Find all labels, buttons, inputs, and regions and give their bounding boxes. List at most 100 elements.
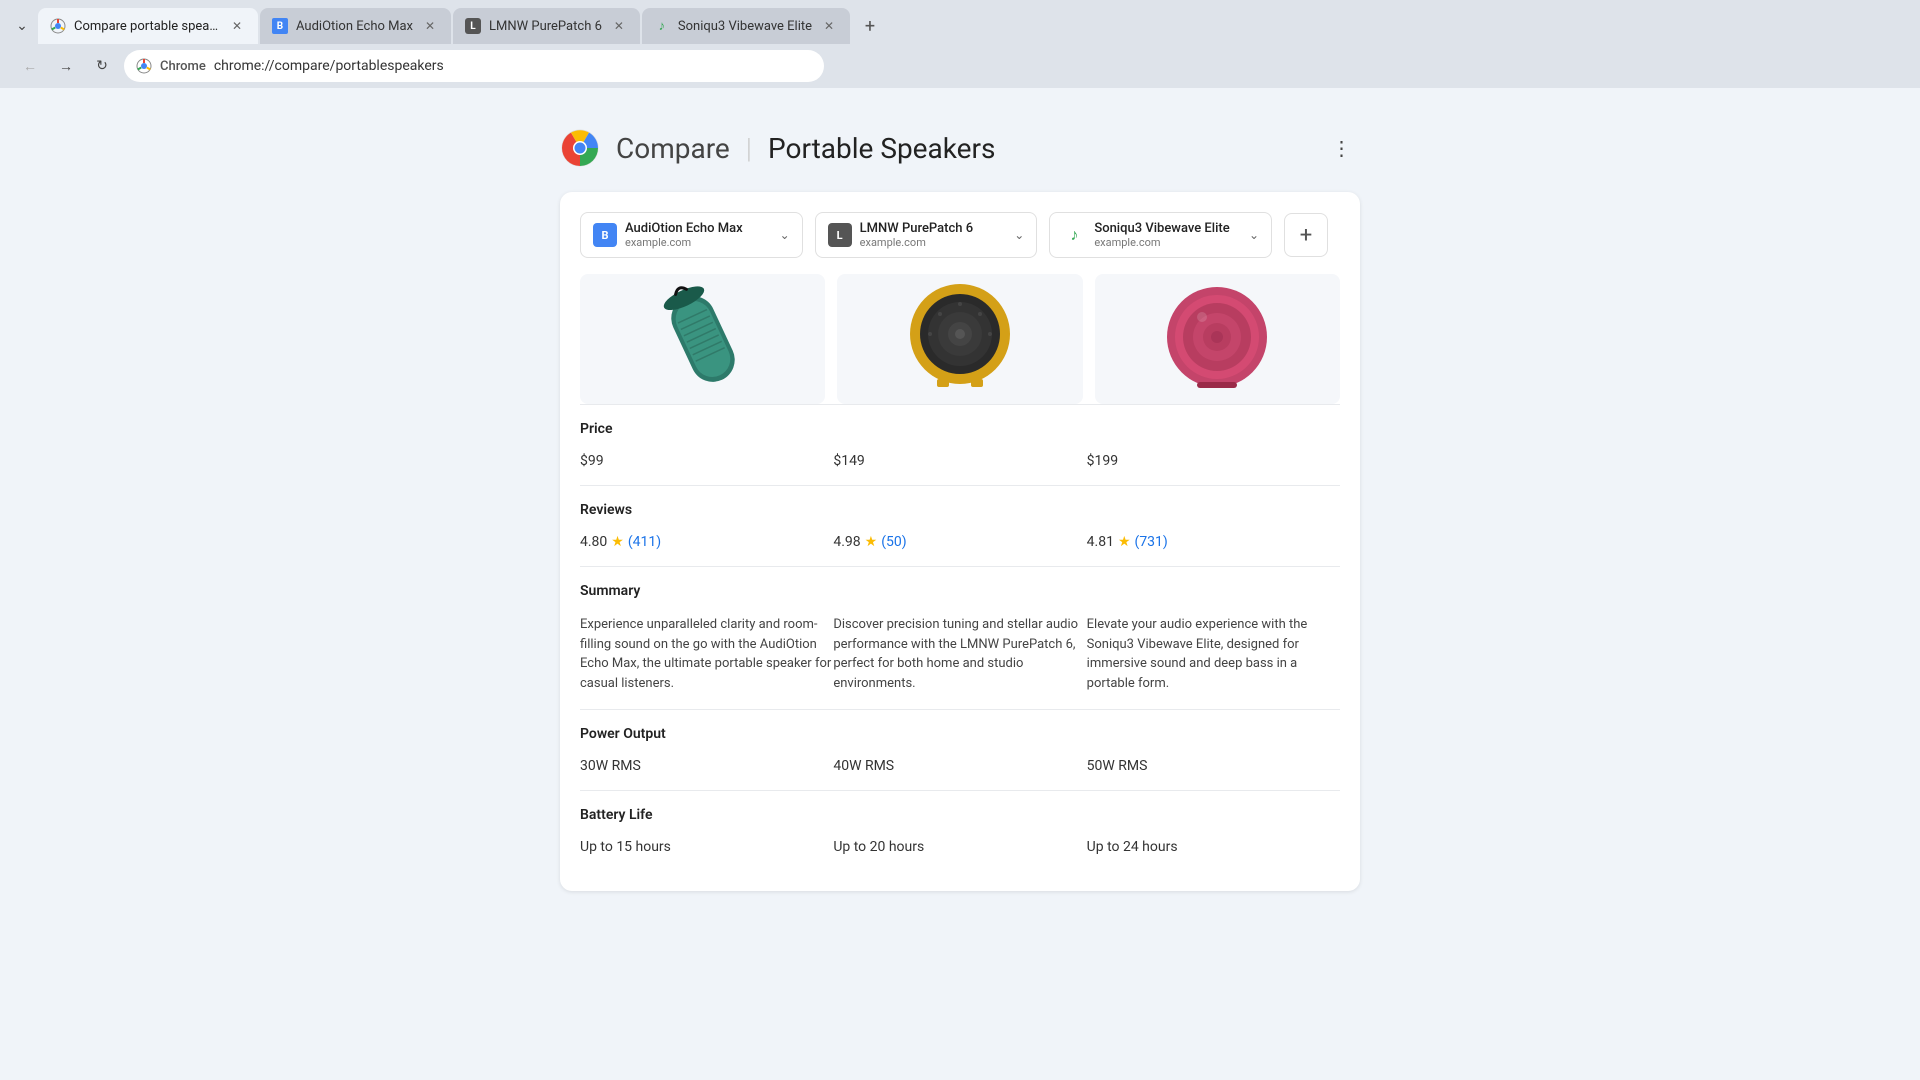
chrome-address-icon xyxy=(136,58,152,74)
product-2-image xyxy=(837,274,1082,404)
price-section-label: Price xyxy=(580,405,1340,446)
product-2-review-link[interactable]: (50) xyxy=(881,534,906,550)
product-3-power: 50W RMS xyxy=(1087,750,1340,791)
product-2-summary: Discover precision tuning and stellar au… xyxy=(833,607,1086,710)
address-text: chrome://compare/portablespeakers xyxy=(214,58,444,74)
more-options-button[interactable]: ⋮ xyxy=(1324,130,1360,166)
product-images xyxy=(580,274,1340,404)
product-3-icon: ♪ xyxy=(1062,223,1086,247)
product-3-review-link[interactable]: (731) xyxy=(1135,534,1168,550)
reviews-section-label: Reviews xyxy=(580,486,1340,527)
product-2-rating-row: 4.98 ★ (50) xyxy=(833,534,1086,550)
battery-data-row: Up to 15 hours Up to 20 hours Up to 24 h… xyxy=(580,831,1340,871)
product-1-chevron: ⌄ xyxy=(780,228,790,242)
address-bar[interactable]: Chrome chrome://compare/portablespeakers xyxy=(124,50,824,82)
product-1-info: AudiOtion Echo Max example.com xyxy=(625,221,772,249)
speaker-2-svg xyxy=(895,279,1025,399)
tab-audio1-close[interactable]: ✕ xyxy=(421,17,439,35)
page-header-left: Compare | Portable Speakers xyxy=(560,128,995,168)
tab-audio1-label: AudiOtion Echo Max xyxy=(296,19,413,34)
product-selector-2[interactable]: L LMNW PurePatch 6 example.com ⌄ xyxy=(815,212,1038,258)
product-1-name: AudiOtion Echo Max xyxy=(625,221,772,236)
product-3-summary-text: Elevate your audio experience with the S… xyxy=(1087,617,1308,691)
product-2-summary-text: Discover precision tuning and stellar au… xyxy=(833,617,1078,691)
chrome-logo xyxy=(560,128,600,168)
product-1-image xyxy=(580,274,825,404)
compare-label: Compare xyxy=(616,132,730,165)
product-3-chevron: ⌄ xyxy=(1249,228,1259,242)
product-1-review-count: 411 xyxy=(633,534,657,550)
product-1-power: 30W RMS xyxy=(580,750,833,791)
forward-icon: → xyxy=(59,58,73,75)
page-content: Compare | Portable Speakers ⋮ B AudiOtio… xyxy=(0,88,1920,931)
speaker-3-svg xyxy=(1157,279,1277,399)
reviews-data-row: 4.80 ★ (411) 4.98 ★ (50) xyxy=(580,526,1340,567)
price-data-row: $99 $149 $199 xyxy=(580,445,1340,486)
tab-lmnw-close[interactable]: ✕ xyxy=(610,17,628,35)
more-icon: ⋮ xyxy=(1332,136,1353,160)
tab-list-dropdown[interactable]: ⌄ xyxy=(8,12,36,40)
back-icon: ← xyxy=(23,58,37,75)
summary-data-row: Experience unparalleled clarity and room… xyxy=(580,607,1340,710)
tab-lmnw-label: LMNW PurePatch 6 xyxy=(489,19,602,34)
compare-container: Compare | Portable Speakers ⋮ B AudiOtio… xyxy=(560,128,1360,891)
tab-soniqu-close[interactable]: ✕ xyxy=(820,17,838,35)
back-button[interactable]: ← xyxy=(16,52,44,80)
lmnw-tab-icon: L xyxy=(465,18,481,34)
speaker-1-svg xyxy=(653,279,753,399)
power-data-row: 30W RMS 40W RMS 50W RMS xyxy=(580,750,1340,791)
product-2-battery: Up to 20 hours xyxy=(833,831,1086,871)
product-2-review-count: 50 xyxy=(886,534,902,550)
product-2-domain: example.com xyxy=(860,236,1007,249)
browser-chrome: ⌄ Compare portable speaker ✕ B AudiOtion… xyxy=(0,0,1920,88)
tab-audio1[interactable]: B AudiOtion Echo Max ✕ xyxy=(260,8,451,44)
reload-icon: ↻ xyxy=(96,58,108,74)
product-3-reviews: 4.81 ★ (731) xyxy=(1087,526,1340,567)
product-1-star: ★ xyxy=(611,534,624,550)
chrome-label: Chrome xyxy=(160,59,206,74)
product-3-rating-value: 4.81 xyxy=(1087,534,1114,550)
compare-table: Price $99 $149 $199 Reviews 4.80 ★ xyxy=(580,404,1340,871)
product-3-image xyxy=(1095,274,1340,404)
power-section-label: Power Output xyxy=(580,710,1340,751)
product-2-price: $149 xyxy=(833,445,1086,486)
product-1-review-link[interactable]: (411) xyxy=(628,534,661,550)
page-title: Portable Speakers xyxy=(768,132,995,165)
product-selector-1[interactable]: B AudiOtion Echo Max example.com ⌄ xyxy=(580,212,803,258)
soniqu-tab-icon: ♪ xyxy=(654,18,670,34)
product-2-icon: L xyxy=(828,223,852,247)
product-1-battery: Up to 15 hours xyxy=(580,831,833,871)
product-2-reviews: 4.98 ★ (50) xyxy=(833,526,1086,567)
summary-section-row: Summary xyxy=(580,567,1340,608)
header-divider: | xyxy=(746,132,752,165)
product-3-summary: Elevate your audio experience with the S… xyxy=(1087,607,1340,710)
battery-section-label: Battery Life xyxy=(580,791,1340,832)
product-selectors: B AudiOtion Echo Max example.com ⌄ L LMN… xyxy=(580,212,1340,258)
new-tab-button[interactable]: + xyxy=(856,12,884,40)
tab-lmnw[interactable]: L LMNW PurePatch 6 ✕ xyxy=(453,8,640,44)
tab-compare[interactable]: Compare portable speaker ✕ xyxy=(38,8,258,44)
product-2-name: LMNW PurePatch 6 xyxy=(860,221,1007,236)
page-header: Compare | Portable Speakers ⋮ xyxy=(560,128,1360,168)
product-1-icon: B xyxy=(593,223,617,247)
reload-button[interactable]: ↻ xyxy=(88,52,116,80)
tab-soniqu[interactable]: ♪ Soniqu3 Vibewave Elite ✕ xyxy=(642,8,850,44)
product-3-name: Soniqu3 Vibewave Elite xyxy=(1094,221,1241,236)
reviews-section-row: Reviews xyxy=(580,486,1340,527)
address-bar-row: ← → ↻ Chrome chrome://compare/portablesp… xyxy=(0,44,1920,88)
tab-bar: ⌄ Compare portable speaker ✕ B AudiOtion… xyxy=(0,0,1920,44)
forward-button[interactable]: → xyxy=(52,52,80,80)
add-product-button[interactable]: + xyxy=(1284,213,1328,257)
product-3-domain: example.com xyxy=(1094,236,1241,249)
product-1-summary: Experience unparalleled clarity and room… xyxy=(580,607,833,710)
product-3-rating-row: 4.81 ★ (731) xyxy=(1087,534,1340,550)
tab-compare-close[interactable]: ✕ xyxy=(228,17,246,35)
power-section-row: Power Output xyxy=(580,710,1340,751)
product-selector-3[interactable]: ♪ Soniqu3 Vibewave Elite example.com ⌄ xyxy=(1049,212,1272,258)
product-1-rating-row: 4.80 ★ (411) xyxy=(580,534,833,550)
product-2-info: LMNW PurePatch 6 example.com xyxy=(860,221,1007,249)
product-3-star: ★ xyxy=(1118,534,1131,550)
product-1-summary-text: Experience unparalleled clarity and room… xyxy=(580,617,831,691)
tab-soniqu-label: Soniqu3 Vibewave Elite xyxy=(678,19,812,34)
tab-compare-label: Compare portable speaker xyxy=(74,19,220,34)
